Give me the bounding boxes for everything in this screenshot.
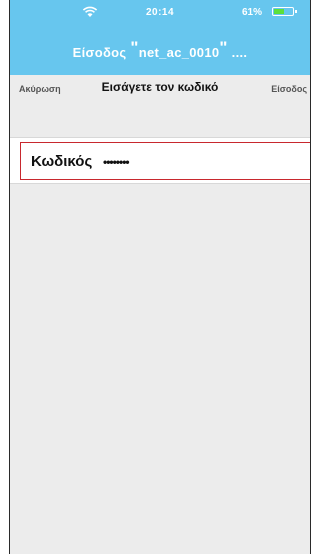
action-bar: Ακύρωση Εισάγετε τον κωδικό Είσοδος xyxy=(10,75,310,102)
header: 20:14 61% Είσοδος "net_ac_0010" .... xyxy=(10,0,310,75)
password-input[interactable]: •••••••• xyxy=(103,155,283,169)
nav-title: Είσοδος "net_ac_0010" .... xyxy=(10,38,310,62)
nav-quote-open: " xyxy=(130,38,139,57)
battery-fill xyxy=(274,9,285,14)
battery-percent: 61% xyxy=(241,7,262,18)
status-time: 20:14 xyxy=(145,7,175,18)
password-field-box[interactable]: Κωδικός •••••••• xyxy=(20,142,310,180)
status-bar: 20:14 61% xyxy=(10,6,310,22)
nav-title-prefix: Είσοδος xyxy=(72,45,131,60)
dialog-title: Εισάγετε τον κωδικό xyxy=(101,80,219,94)
nav-network-name: net_ac_0010 xyxy=(138,45,220,60)
nav-quote-close: " xyxy=(219,38,228,57)
login-button[interactable]: Είσοδος xyxy=(271,84,307,94)
nav-title-suffix: .... xyxy=(227,45,248,60)
screen: 20:14 61% Είσοδος "net_ac_0010" .... Ακύ… xyxy=(0,0,320,554)
password-row: Κωδικός •••••••• xyxy=(10,137,310,184)
app-frame: 20:14 61% Είσοδος "net_ac_0010" .... Ακύ… xyxy=(9,0,311,554)
battery-icon xyxy=(272,7,297,16)
password-label: Κωδικός xyxy=(31,153,93,170)
